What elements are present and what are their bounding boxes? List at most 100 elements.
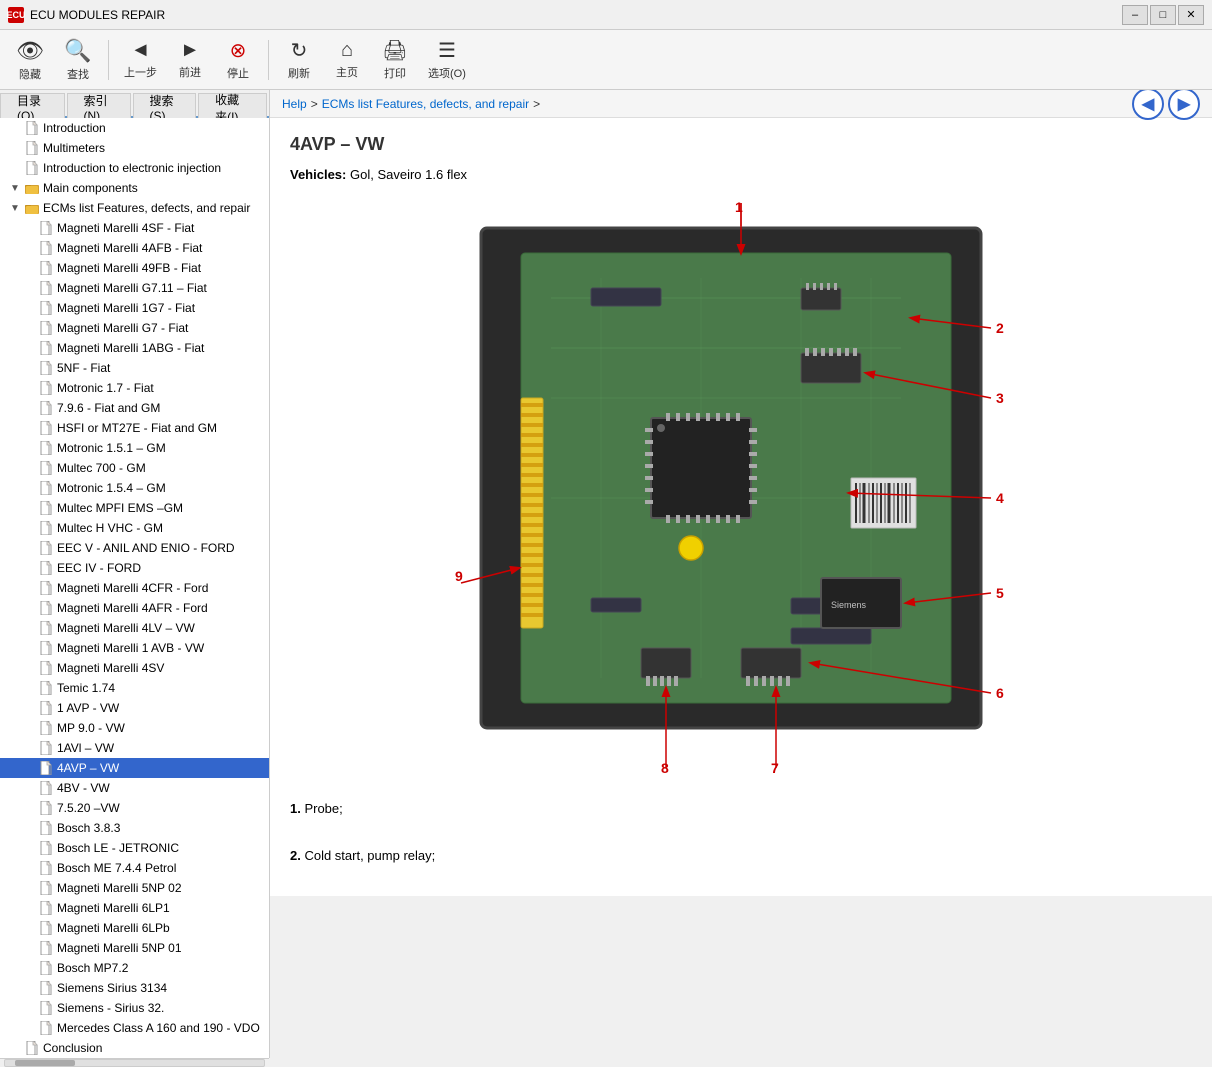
nav-forward-button[interactable]: ▶ (1168, 90, 1200, 120)
sidebar-item-bosch-me744[interactable]: Bosch ME 7.4.4 Petrol (0, 858, 269, 878)
nav-back-button[interactable]: ◀ (1132, 90, 1164, 120)
sidebar-item-4avp-vw[interactable]: 4AVP – VW (0, 758, 269, 778)
doc-icon (38, 920, 54, 936)
sidebar-item-7520-vw[interactable]: 7.5.20 –VW (0, 798, 269, 818)
sidebar-hscrollbar[interactable] (0, 1058, 269, 1067)
sidebar-item-magneti-49fb[interactable]: Magneti Marelli 49FB - Fiat (0, 258, 269, 278)
sidebar-item-motronic151[interactable]: Motronic 1.5.1 – GM (0, 438, 269, 458)
sidebar-item-mp90-vw[interactable]: MP 9.0 - VW (0, 718, 269, 738)
sidebar-item-label: Magneti Marelli 4AFR - Ford (57, 601, 208, 615)
back-button[interactable]: ◄ 上一步 (117, 34, 164, 85)
sidebar-item-label: Multec 700 - GM (57, 461, 146, 475)
sidebar-item-temic174[interactable]: Temic 1.74 (0, 678, 269, 698)
tab-contents[interactable]: 目录(O) (0, 93, 65, 121)
sidebar-item-magneti-1g7[interactable]: Magneti Marelli 1G7 - Fiat (0, 298, 269, 318)
sidebar-item-eec-iv[interactable]: EEC IV - FORD (0, 558, 269, 578)
stop-button[interactable]: ⊗ 停止 (216, 33, 260, 86)
sidebar-item-multec-mpfi[interactable]: Multec MPFI EMS –GM (0, 498, 269, 518)
sidebar-item-magneti-4afr[interactable]: Magneti Marelli 4AFR - Ford (0, 598, 269, 618)
sidebar-item-1avp-vw[interactable]: 1 AVP - VW (0, 698, 269, 718)
sidebar-item-siemens-3134[interactable]: Siemens Sirius 3134 (0, 978, 269, 998)
sidebar-item-magneti-4sf[interactable]: Magneti Marelli 4SF - Fiat (0, 218, 269, 238)
doc-icon (38, 520, 54, 536)
sidebar-item-4bv-vw[interactable]: 4BV - VW (0, 778, 269, 798)
doc-icon (38, 960, 54, 976)
sidebar-item-magneti-4sv[interactable]: Magneti Marelli 4SV (0, 658, 269, 678)
content-scroll[interactable]: 4AVP – VW Vehicles: Gol, Saveiro 1.6 fle… (270, 118, 1212, 896)
sidebar-item-magneti-1avb[interactable]: Magneti Marelli 1 AVB - VW (0, 638, 269, 658)
sidebar-item-magneti-g7[interactable]: Magneti Marelli G7 - Fiat (0, 318, 269, 338)
sidebar-item-motronic17[interactable]: Motronic 1.7 - Fiat (0, 378, 269, 398)
vehicles-line: Vehicles: Gol, Saveiro 1.6 flex (290, 167, 1192, 182)
hide-button[interactable]: 👁 隐藏 (8, 33, 52, 87)
sidebar-item-eec-v[interactable]: EEC V - ANIL AND ENIO - FORD (0, 538, 269, 558)
doc-icon (38, 780, 54, 796)
sidebar-item-main-components[interactable]: ▼Main components (0, 178, 269, 198)
options-label: 选项(O) (428, 65, 466, 81)
find-label: 查找 (67, 66, 89, 82)
sidebar-item-label: 7.5.20 –VW (57, 801, 120, 815)
sidebar-item-magneti-4cfr[interactable]: Magneti Marelli 4CFR - Ford (0, 578, 269, 598)
sidebar-item-1avi-vw[interactable]: 1AVl – VW (0, 738, 269, 758)
content-area: Help > ECMs list Features, defects, and … (270, 90, 1212, 896)
tab-bar: 目录(O) 索引(N) 搜索(S) 收藏夹(I) (0, 90, 269, 118)
sidebar-item-motronic154[interactable]: Motronic 1.5.4 – GM (0, 478, 269, 498)
sidebar-item-multec700[interactable]: Multec 700 - GM (0, 458, 269, 478)
maximize-button[interactable]: □ (1150, 5, 1176, 25)
sidebar-item-magneti-4afb[interactable]: Magneti Marelli 4AFB - Fiat (0, 238, 269, 258)
tab-index[interactable]: 索引(N) (67, 93, 131, 121)
sidebar-item-siemens-sirius32[interactable]: Siemens - Sirius 32. (0, 998, 269, 1018)
sidebar-item-5nf-fiat[interactable]: 5NF - Fiat (0, 358, 269, 378)
breadcrumb-help[interactable]: Help (282, 97, 307, 111)
sidebar-item-intro-electronic[interactable]: Introduction to electronic injection (0, 158, 269, 178)
sidebar-item-label: HSFI or MT27E - Fiat and GM (57, 421, 217, 435)
sidebar-item-bosch-mp72[interactable]: Bosch MP7.2 (0, 958, 269, 978)
sidebar-item-multec-hvhc[interactable]: Multec H VHC - GM (0, 518, 269, 538)
sidebar-item-ecms-list[interactable]: ▼ECMs list Features, defects, and repair (0, 198, 269, 218)
minimize-button[interactable]: – (1122, 5, 1148, 25)
print-button[interactable]: 🖨 打印 (373, 33, 417, 86)
sidebar-item-magneti-6lpb[interactable]: Magneti Marelli 6LPb (0, 918, 269, 938)
sidebar-item-motronic796[interactable]: 7.9.6 - Fiat and GM (0, 398, 269, 418)
doc-icon (38, 400, 54, 416)
sidebar-item-label: Motronic 1.7 - Fiat (57, 381, 154, 395)
sidebar-item-introduction[interactable]: Introduction (0, 118, 269, 138)
separator-2 (268, 40, 269, 80)
sidebar-item-label: Magneti Marelli 5NP 01 (57, 941, 182, 955)
sidebar-item-label: EEC IV - FORD (57, 561, 141, 575)
sidebar-item-bosch383[interactable]: Bosch 3.8.3 (0, 818, 269, 838)
svg-text:8: 8 (661, 760, 669, 776)
refresh-button[interactable]: ↻ 刷新 (277, 33, 321, 86)
tab-favorites[interactable]: 收藏夹(I) (198, 93, 267, 121)
close-button[interactable]: ✕ (1178, 5, 1204, 25)
sidebar-item-magneti-5np02[interactable]: Magneti Marelli 5NP 02 (0, 878, 269, 898)
sidebar-item-label: Magneti Marelli 4AFB - Fiat (57, 241, 202, 255)
sidebar-tree: IntroductionMultimeters Introduction to e… (0, 118, 270, 1058)
forward-button[interactable]: ► 前进 (168, 34, 212, 85)
tab-search[interactable]: 搜索(S) (133, 93, 197, 121)
options-button[interactable]: ☰ 选项(O) (421, 33, 473, 86)
sidebar-item-magneti-6lp1[interactable]: Magneti Marelli 6LP1 (0, 898, 269, 918)
sidebar-item-magneti-5np01[interactable]: Magneti Marelli 5NP 01 (0, 938, 269, 958)
sidebar-item-conclusion[interactable]: Conclusion (0, 1038, 269, 1058)
sidebar-item-multimeters[interactable]: Multimeters (0, 138, 269, 158)
home-button[interactable]: ⌂ 主页 (325, 34, 369, 85)
sidebar-item-hsfi-mt27e[interactable]: HSFI or MT27E - Fiat and GM (0, 418, 269, 438)
doc-icon (38, 540, 54, 556)
sidebar-item-magneti-g711[interactable]: Magneti Marelli G7.11 – Fiat (0, 278, 269, 298)
sidebar-item-label: Magneti Marelli 1ABG - Fiat (57, 341, 204, 355)
sidebar-item-magneti-1abg[interactable]: Magneti Marelli 1ABG - Fiat (0, 338, 269, 358)
app-icon: ECU (8, 7, 24, 23)
sidebar-item-label: Magneti Marelli 1G7 - Fiat (57, 301, 195, 315)
ecu-diagram: Siemens 1 2 3 (451, 198, 1031, 781)
sidebar-item-mercedes-a160[interactable]: Mercedes Class A 160 and 190 - VDO (0, 1018, 269, 1038)
breadcrumb-ecms[interactable]: ECMs list Features, defects, and repair (322, 97, 529, 111)
find-button[interactable]: 🔍 查找 (56, 33, 100, 87)
options-icon: ☰ (438, 38, 456, 63)
doc-icon (38, 280, 54, 296)
sidebar-item-magneti-4lv[interactable]: Magneti Marelli 4LV – VW (0, 618, 269, 638)
doc-icon (38, 580, 54, 596)
sidebar-item-label: Introduction to electronic injection (43, 161, 221, 175)
sidebar-item-label: Conclusion (43, 1041, 102, 1055)
sidebar-item-bosch-le-jetronic[interactable]: Bosch LE - JETRONIC (0, 838, 269, 858)
